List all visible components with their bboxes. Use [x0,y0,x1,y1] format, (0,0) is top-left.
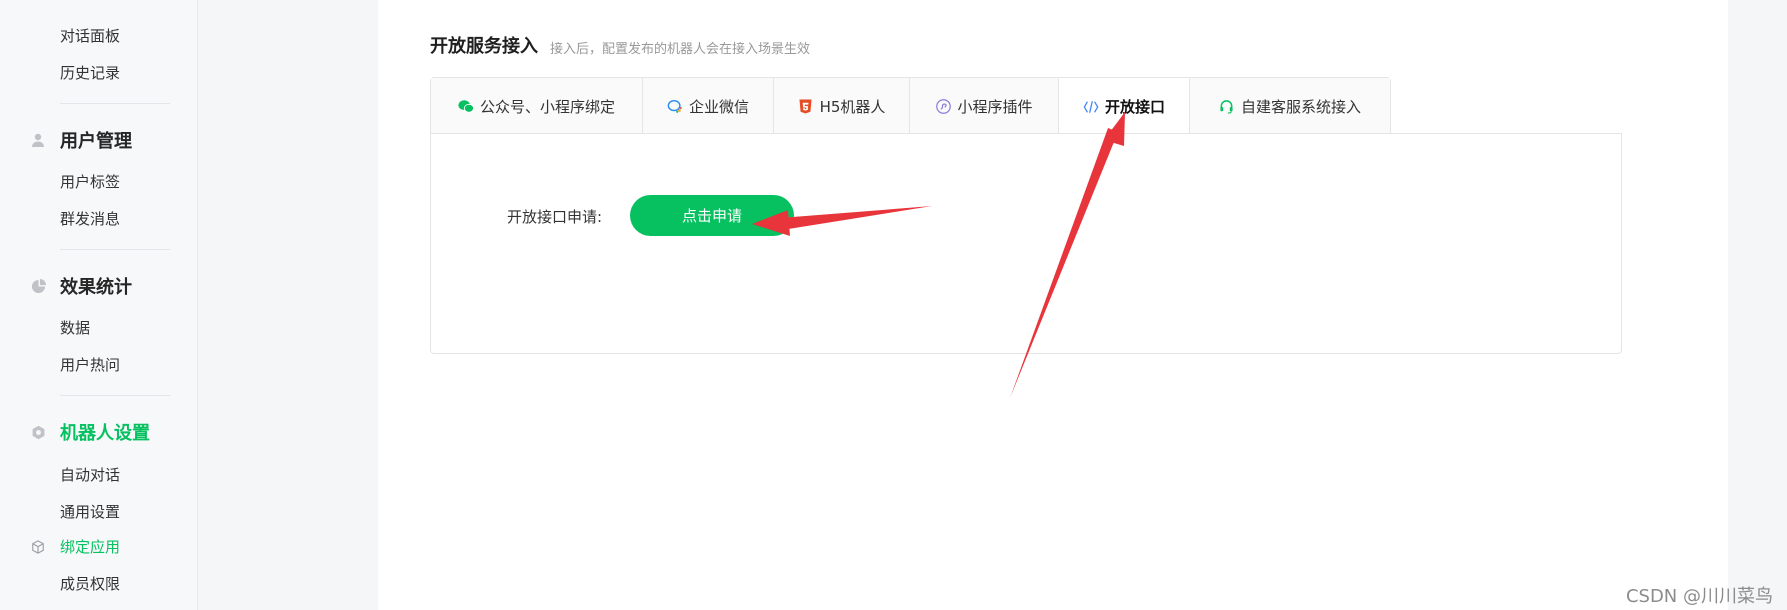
sidebar-item-bind-app[interactable]: 绑定应用 [30,537,120,557]
sidebar-group-user-management[interactable]: 用户管理 [30,129,132,152]
sidebar-item-data[interactable]: 数据 [60,318,90,338]
sidebar-divider [60,395,170,396]
tab-custom-service[interactable]: 自建客服系统接入 [1190,78,1390,134]
sidebar-item-dialog-panel[interactable]: 对话面板 [60,26,120,46]
tab-label: 自建客服系统接入 [1240,97,1361,116]
gear-icon [30,424,46,440]
work-wechat-icon [667,98,683,114]
tab-official-account[interactable]: 公众号、小程序绑定 [431,78,643,134]
tab-content: 开放接口申请: 点击申请 [430,133,1622,354]
tab-label: 小程序插件 [957,97,1033,116]
tab-work-wechat[interactable]: 企业微信 [643,78,774,134]
tab-open-api[interactable]: 开放接口 [1059,78,1190,135]
sidebar-item-hot-questions[interactable]: 用户热问 [60,355,120,375]
open-api-apply-label: 开放接口申请: [507,208,603,226]
sidebar-divider [60,103,170,104]
sidebar-item-label: 绑定应用 [60,538,121,556]
tab-label: 开放接口 [1104,98,1165,116]
pie-chart-icon [30,278,46,294]
section-subtitle: 接入后，配置发布的机器人会在接入场景生效 [550,42,811,57]
sidebar-item-broadcast[interactable]: 群发消息 [60,209,120,229]
sidebar-divider [60,249,170,250]
tab-mini-program-plugin[interactable]: 小程序插件 [910,78,1059,134]
sidebar-group-title: 用户管理 [60,131,132,152]
tab-h5-bot[interactable]: H5机器人 [774,78,910,134]
headset-icon [1219,98,1235,114]
tab-label: 公众号、小程序绑定 [479,97,615,116]
html5-icon [798,98,814,114]
cube-icon [30,539,46,555]
code-icon [1083,99,1099,115]
sidebar-item-history[interactable]: 历史记录 [60,63,120,83]
sidebar-group-title: 效果统计 [60,277,132,298]
sidebar-item-auto-dialog[interactable]: 自动对话 [60,465,120,485]
watermark: CSDN @川川菜鸟 [1625,586,1773,607]
sidebar-item-user-tags[interactable]: 用户标签 [60,172,120,192]
user-icon [30,132,46,148]
sidebar-group-bot-settings[interactable]: 机器人设置 [30,421,150,444]
mini-program-icon [935,98,951,114]
sidebar-item-member-permissions[interactable]: 成员权限 [60,574,120,594]
wechat-icon [458,98,474,114]
apply-button[interactable]: 点击申请 [630,195,794,236]
access-tabs: 公众号、小程序绑定 企业微信 H5机器人 小程序插件 开放接口 自建客服系统接入 [430,77,1391,135]
sidebar-group-title: 机器人设置 [60,423,150,444]
sidebar: 对话面板 历史记录 用户管理 用户标签 群发消息 效果统计 数据 用户热问 机器… [0,0,198,610]
section-title: 开放服务接入 [430,36,538,57]
tab-label: H5机器人 [819,97,886,116]
tab-label: 企业微信 [688,97,749,116]
sidebar-item-general-settings[interactable]: 通用设置 [60,502,120,522]
main-panel: 开放服务接入 接入后，配置发布的机器人会在接入场景生效 公众号、小程序绑定 企业… [378,0,1728,610]
sidebar-group-stats[interactable]: 效果统计 [30,275,132,298]
